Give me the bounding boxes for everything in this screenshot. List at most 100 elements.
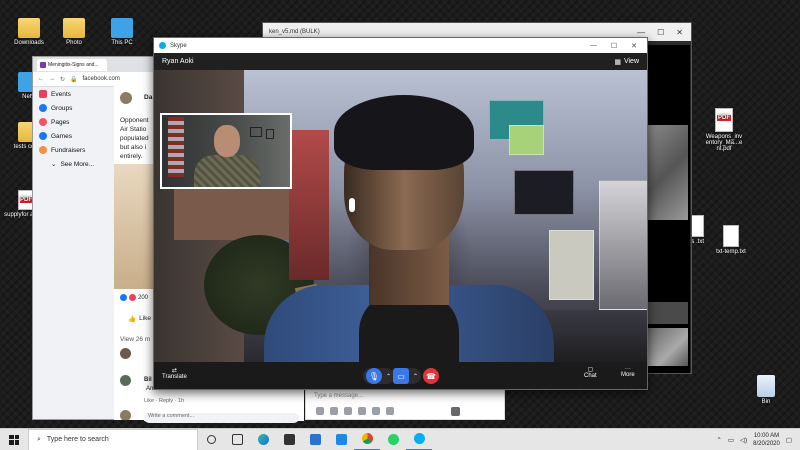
- sidebar-item-pages[interactable]: Pages: [39, 115, 117, 129]
- maximize-icon[interactable]: ☐: [611, 42, 617, 50]
- mail-icon[interactable]: [302, 429, 328, 450]
- maximize-icon[interactable]: ☐: [657, 28, 664, 37]
- sticker-icon[interactable]: [344, 407, 352, 415]
- sidebar-item-see-more[interactable]: ⌄ See More...: [39, 157, 117, 171]
- video-camera-icon[interactable]: ▭: [393, 368, 409, 384]
- windows-logo-icon: [9, 434, 19, 445]
- browser-tab[interactable]: Meningitis-Signs and...: [37, 58, 107, 71]
- network-icon[interactable]: ▭: [728, 436, 734, 444]
- start-button[interactable]: [0, 434, 28, 445]
- comment-line: Am Like · Reply · 1h Write a comment...: [144, 385, 304, 423]
- view-comments-link[interactable]: View 26 m: [120, 336, 150, 343]
- notification-icon[interactable]: ▢: [786, 436, 792, 444]
- photo-icon[interactable]: [316, 407, 324, 415]
- emoji-icon[interactable]: [358, 407, 366, 415]
- back-icon[interactable]: ←: [38, 76, 44, 82]
- post-image[interactable]: [114, 164, 154, 289]
- desktop-icon-weapons-pdf[interactable]: Weapons_inv entory_Ma...e nt.pdf: [700, 108, 748, 152]
- desktop-icon-this-pc[interactable]: This PC: [98, 18, 146, 46]
- whatsapp-icon[interactable]: [380, 429, 406, 450]
- taskbar-search[interactable]: ⌕ Type here to search: [28, 428, 198, 450]
- store-icon[interactable]: [276, 429, 302, 450]
- computer-icon: [111, 18, 133, 38]
- minimize-icon[interactable]: —: [590, 42, 597, 50]
- volume-icon[interactable]: ◁): [740, 436, 747, 444]
- composer-tools: [316, 407, 394, 415]
- skype-app-name: Skype: [170, 42, 187, 49]
- like-button[interactable]: 👍 Like: [128, 315, 151, 323]
- image-thumbnail[interactable]: [648, 302, 688, 324]
- desktop-icon-recycle-bin[interactable]: Bin: [742, 375, 790, 405]
- chevron-up-icon[interactable]: ⌃: [413, 373, 418, 380]
- groups-icon: [39, 104, 47, 112]
- skype-window[interactable]: Skype — ☐ ✕ Ryan Aoki ▦ View ⇄ Translate…: [153, 37, 648, 390]
- sidebar-item-events[interactable]: Events: [39, 87, 117, 101]
- comment-actions[interactable]: Like · Reply · 1h: [144, 398, 184, 404]
- image-thumbnail[interactable]: [648, 125, 688, 220]
- hang-up-button[interactable]: ☎: [423, 368, 439, 384]
- post-text: Opponent Air Statio populated but also i…: [120, 117, 149, 160]
- love-reaction-icon: [129, 294, 136, 301]
- address-bar[interactable]: ← → ↻ 🔒 facebook.com: [33, 72, 155, 87]
- url-text: facebook.com: [82, 76, 120, 82]
- flag: [168, 117, 184, 177]
- wall-frame: [266, 129, 274, 139]
- chrome-icon[interactable]: [354, 429, 380, 450]
- thumbs-up-icon: 👍: [128, 316, 137, 323]
- app-icon[interactable]: [328, 429, 354, 450]
- avatar: [120, 348, 131, 359]
- grid-view-icon: ▦: [614, 58, 621, 66]
- skype-titlebar[interactable]: Skype — ☐ ✕: [154, 38, 647, 53]
- self-head: [214, 125, 240, 157]
- attach-icon[interactable]: [372, 407, 380, 415]
- facebook-sidebar: Events Groups Pages Games Fundraisers ⌄ S…: [39, 87, 117, 171]
- fundraiser-icon: [39, 146, 47, 154]
- close-icon[interactable]: ✕: [631, 42, 637, 50]
- comment-author[interactable]: Bil: [144, 377, 152, 383]
- self-body: [194, 155, 260, 187]
- reload-icon[interactable]: ↻: [60, 76, 65, 83]
- self-view-video[interactable]: [160, 113, 292, 189]
- skype-taskbar-icon[interactable]: [406, 429, 432, 450]
- close-icon[interactable]: ✕: [676, 28, 683, 37]
- gif-icon[interactable]: [330, 407, 338, 415]
- reaction-count: 200: [138, 294, 149, 301]
- wall-frame: [250, 127, 262, 137]
- chevron-up-icon[interactable]: ⌃: [716, 436, 721, 444]
- view-button[interactable]: ▦ View: [614, 58, 639, 66]
- task-view-icon[interactable]: [198, 429, 224, 450]
- remote-video-feed: [154, 70, 647, 362]
- sidebar-item-games[interactable]: Games: [39, 129, 117, 143]
- write-comment-input[interactable]: Write a comment...: [144, 413, 299, 423]
- person-hair: [334, 95, 474, 170]
- camera-control[interactable]: ▭ ⌃: [390, 368, 422, 384]
- billboard: [549, 230, 594, 300]
- clock-time: 10:00 AM: [753, 432, 780, 439]
- post-author[interactable]: Da: [144, 94, 152, 101]
- edge-browser-icon[interactable]: [250, 429, 276, 450]
- image-thumbnail[interactable]: [648, 328, 688, 366]
- reaction-summary[interactable]: 200: [120, 294, 148, 301]
- thumbs-up-icon[interactable]: [451, 407, 460, 416]
- taskbar: ⌕ Type here to search ⌃ ▭ ◁) 10:00 AM 8/…: [0, 428, 800, 450]
- chat-button[interactable]: ▢ Chat: [584, 366, 597, 379]
- sidebar-item-groups[interactable]: Groups: [39, 101, 117, 115]
- desktop-icon-txt-temp[interactable]: txt-temp.txt: [707, 225, 755, 255]
- message-input[interactable]: Type a message...: [314, 393, 363, 399]
- sidebar-item-fundraisers[interactable]: Fundraisers: [39, 143, 117, 157]
- browser-tab-bar: Meningitis-Signs and...: [33, 57, 155, 72]
- billboard: [599, 180, 647, 310]
- translate-button[interactable]: ⇄ Translate: [162, 367, 187, 380]
- message-composer[interactable]: Type a message...: [305, 388, 505, 420]
- text-file-icon: [723, 225, 739, 247]
- forward-icon[interactable]: →: [49, 76, 55, 82]
- recycle-bin-icon: [757, 375, 775, 397]
- desktop-icon-photo[interactable]: Photo: [50, 18, 98, 46]
- minimize-icon[interactable]: —: [637, 28, 645, 37]
- more-button[interactable]: ··· More: [621, 366, 635, 378]
- microphone-icon[interactable]: 🎙: [366, 368, 382, 384]
- task-switcher-icon[interactable]: [224, 429, 250, 450]
- clock[interactable]: 10:00 AM 8/20/2020: [753, 432, 780, 448]
- desktop-icon-downloads[interactable]: Downloads: [5, 18, 53, 46]
- link-icon[interactable]: [386, 407, 394, 415]
